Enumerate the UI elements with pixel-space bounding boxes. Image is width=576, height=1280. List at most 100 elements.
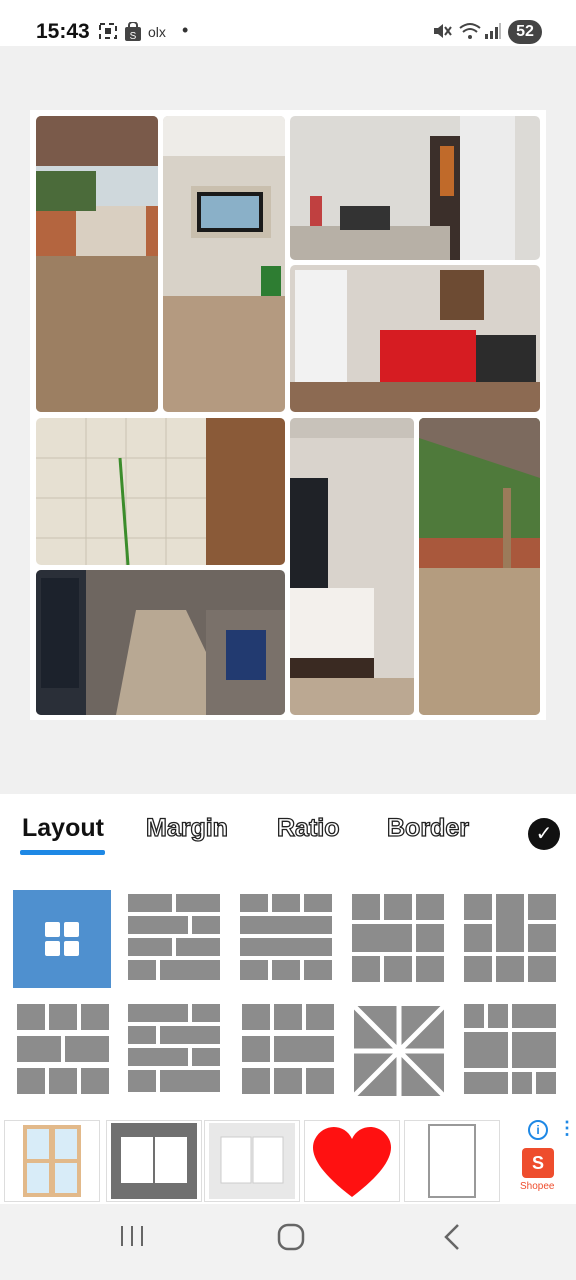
frame-heart[interactable] <box>304 1120 400 1202</box>
layout-cell <box>384 956 412 982</box>
frame-gray[interactable] <box>106 1120 202 1202</box>
layout-cell <box>274 1068 302 1094</box>
layout-cell <box>128 894 172 912</box>
olx-icon: olx <box>148 24 166 40</box>
photo-backyard[interactable] <box>36 116 158 412</box>
layout-cell <box>128 1026 156 1044</box>
layout-cell <box>352 894 380 920</box>
layout-cell <box>306 1068 334 1094</box>
layout-option-5[interactable] <box>462 890 560 988</box>
notification-dot-icon: • <box>182 20 189 40</box>
layout-cell <box>17 1036 61 1062</box>
signal-icon <box>484 22 502 44</box>
photo-yard[interactable] <box>419 418 540 715</box>
layout-cell <box>128 960 156 980</box>
layout-cell <box>304 960 332 980</box>
layout-cell <box>464 1072 508 1094</box>
layout-cell <box>160 960 220 980</box>
shopee-ad[interactable]: i ⋮ S Shopee <box>508 1118 576 1202</box>
layout-option-7[interactable] <box>126 1002 224 1100</box>
layout-cell <box>464 956 492 982</box>
photo-tv-room[interactable] <box>163 116 285 412</box>
layout-cell <box>384 894 412 920</box>
system-nav-bar <box>0 1204 576 1280</box>
layout-option-9[interactable] <box>350 1002 448 1100</box>
layout-cell <box>528 924 556 952</box>
layout-cell <box>304 894 332 912</box>
layout-cell <box>49 1068 77 1094</box>
layout-cell <box>128 1048 188 1066</box>
layout-cell <box>496 894 524 952</box>
frame-single[interactable] <box>404 1120 500 1202</box>
layout-cell <box>274 1004 302 1030</box>
layout-cell <box>464 1032 508 1068</box>
layout-cell <box>528 956 556 982</box>
status-time: 15:43 <box>36 20 90 43</box>
grid-icon <box>45 922 79 956</box>
layout-cell <box>192 1004 220 1022</box>
ad-menu-icon[interactable]: ⋮ <box>558 1118 576 1139</box>
layout-cell <box>512 1004 556 1028</box>
layout-option-1[interactable] <box>13 890 111 988</box>
layout-options <box>0 880 576 1110</box>
layout-cell <box>464 924 492 952</box>
layout-option-10[interactable] <box>462 1002 560 1100</box>
photo-bathroom-tiles[interactable] <box>36 418 285 565</box>
layout-cell <box>160 1070 220 1092</box>
layout-cell <box>242 1036 270 1062</box>
collage-preview[interactable] <box>30 110 546 720</box>
layout-option-4[interactable] <box>350 890 448 988</box>
frame-white[interactable] <box>204 1120 300 1202</box>
ad-info-icon[interactable]: i <box>528 1120 548 1140</box>
layout-option-8[interactable] <box>238 1002 336 1100</box>
home-icon[interactable] <box>276 1222 306 1260</box>
layout-cell <box>240 960 268 980</box>
mute-icon <box>432 22 452 44</box>
layout-cell <box>17 1004 45 1030</box>
layout-cell <box>242 1068 270 1094</box>
layout-cell <box>240 894 268 912</box>
confirm-check-icon[interactable]: ✓ <box>528 818 560 850</box>
layout-cell <box>352 956 380 982</box>
frame-wood-grid[interactable] <box>4 1120 100 1202</box>
layout-cell <box>464 1004 484 1028</box>
recent-apps-icon[interactable] <box>118 1222 146 1258</box>
photo-corridor[interactable] <box>36 570 285 715</box>
photo-kitchen-counter[interactable] <box>290 116 540 260</box>
layout-cell <box>81 1004 109 1030</box>
photo-kitchen-fridge[interactable] <box>290 265 540 412</box>
layout-option-2[interactable] <box>126 890 224 988</box>
layout-cell <box>192 1048 220 1066</box>
layout-cell <box>176 894 220 912</box>
layout-cell <box>128 1070 156 1092</box>
layout-cell <box>17 1068 45 1094</box>
layout-cell <box>272 894 300 912</box>
tab-ratio[interactable]: Ratio <box>276 813 340 843</box>
layout-cell <box>240 916 332 934</box>
layout-cell <box>488 1004 508 1028</box>
layout-cell <box>128 916 188 934</box>
layout-cell <box>49 1004 77 1030</box>
layout-cell <box>416 924 444 952</box>
layout-cell <box>160 1026 220 1044</box>
layout-cell <box>65 1036 109 1062</box>
photo-bedroom[interactable] <box>290 418 414 715</box>
layout-cell <box>128 1004 188 1022</box>
shopee-label: Shopee <box>520 1181 555 1192</box>
tab-margin[interactable]: Margin <box>145 813 228 843</box>
layout-option-6[interactable] <box>13 1002 111 1100</box>
layout-cell <box>242 1004 270 1030</box>
back-icon[interactable] <box>440 1222 464 1260</box>
layout-cell <box>128 938 172 956</box>
layout-option-3[interactable] <box>238 890 336 988</box>
layout-cell <box>176 938 220 956</box>
layout-cell <box>306 1004 334 1030</box>
layout-cell <box>192 916 220 934</box>
svg-text:S: S <box>130 31 137 42</box>
shopping-icon: S <box>124 21 142 46</box>
layout-cell <box>274 1036 334 1062</box>
tab-border[interactable]: Border <box>386 813 469 843</box>
tab-layout[interactable]: Layout <box>22 814 104 843</box>
layout-cell <box>496 956 524 982</box>
layout-cell <box>528 894 556 920</box>
